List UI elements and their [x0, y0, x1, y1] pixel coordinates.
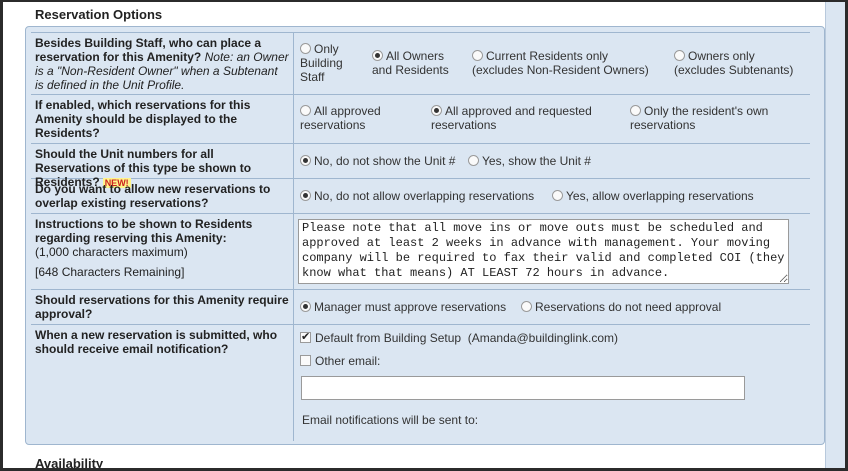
question-text: If enabled, which reservations for this … — [35, 98, 251, 140]
default-email-label: Default from Building Setup — [315, 331, 462, 345]
radio-button[interactable] — [468, 155, 479, 166]
answer-who-can-reserve: Only Building Staff All Owners and Resid… — [294, 33, 810, 94]
question-text: Should reservations for this Amenity req… — [35, 293, 289, 321]
radio-button[interactable] — [372, 50, 383, 61]
radio-allow-overlap[interactable]: Yes, allow overlapping reservations — [552, 189, 754, 203]
option-label: No, do not show the Unit # — [314, 154, 456, 168]
option-label: Only the resident's own reservations — [630, 104, 769, 132]
answer-display-reservations: All approved reservations All approved a… — [294, 95, 810, 143]
question-who-can-reserve: Besides Building Staff, who can place a … — [31, 33, 294, 94]
section-title: Reservation Options — [27, 4, 825, 26]
question-require-approval: Should reservations for this Amenity req… — [31, 290, 294, 324]
question-text: When a new reservation is submitted, who… — [35, 328, 278, 356]
radio-current-residents-only[interactable]: Current Residents only (excludes Non-Res… — [472, 49, 662, 77]
question-text: Do you want to allow new reservations to… — [35, 182, 271, 210]
other-email-input[interactable] — [301, 376, 745, 400]
radio-own-reservations[interactable]: Only the resident's own reservations — [630, 104, 790, 132]
instructions-textarea[interactable]: Please note that all move ins or move ou… — [298, 219, 789, 284]
option-label: All approved reservations — [300, 104, 381, 132]
answer-require-approval: Manager must approve reservations Reserv… — [294, 290, 810, 324]
right-gutter — [825, 0, 845, 471]
option-label: All Owners and Residents — [372, 49, 449, 77]
row-display-reservations: If enabled, which reservations for this … — [31, 95, 810, 144]
radio-button[interactable] — [630, 105, 641, 116]
radio-owners-only[interactable]: Owners only (excludes Subtenants) — [674, 49, 802, 77]
row-show-unit-numbers: Should the Unit numbers for all Reservat… — [31, 144, 810, 189]
checkbox-default-email[interactable]: Default from Building Setup (Amanda@buil… — [300, 330, 619, 345]
answer-show-unit-numbers: No, do not show the Unit # Yes, show the… — [294, 144, 810, 178]
row-allow-overlap: Do you want to allow new reservations to… — [31, 179, 810, 214]
availability-title: Availability — [35, 456, 104, 471]
question-allow-overlap: Do you want to allow new reservations to… — [31, 179, 294, 213]
notify-text: Email notifications will be sent to: — [302, 413, 479, 427]
question-instructions: Instructions to be shown to Residents re… — [31, 214, 294, 289]
row-who-can-reserve: Besides Building Staff, who can place a … — [31, 32, 810, 95]
row-require-approval: Should reservations for this Amenity req… — [31, 290, 810, 325]
radio-button[interactable] — [300, 301, 311, 312]
radio-show-unit-number[interactable]: Yes, show the Unit # — [468, 154, 591, 168]
checkbox-other-email[interactable]: Other email: — [300, 354, 380, 368]
characters-remaining: [648 Characters Remaining] — [35, 265, 185, 279]
checkbox[interactable] — [300, 330, 311, 344]
radio-button[interactable] — [300, 155, 311, 166]
radio-button[interactable] — [472, 50, 483, 61]
radio-approved-and-requested[interactable]: All approved and requested reservations — [431, 104, 621, 132]
radio-button[interactable] — [431, 105, 442, 116]
radio-button[interactable] — [674, 50, 685, 61]
radio-no-unit-number[interactable]: No, do not show the Unit # — [300, 154, 455, 168]
radio-only-building-staff[interactable]: Only Building Staff — [300, 42, 360, 84]
default-email-address: (Amanda@buildinglink.com) — [467, 331, 619, 345]
question-text: Instructions to be shown to Residents re… — [35, 217, 253, 245]
question-email-notification: When a new reservation is submitted, who… — [31, 325, 294, 441]
option-label: Reservations do not need approval — [535, 300, 722, 314]
option-label: No, do not allow overlapping reservation… — [314, 189, 535, 203]
radio-manager-approve[interactable]: Manager must approve reservations — [300, 300, 506, 314]
option-label: Owners only (excludes Subtenants) — [674, 49, 794, 77]
radio-all-approved[interactable]: All approved reservations — [300, 104, 410, 132]
option-label: Yes, allow overlapping reservations — [566, 189, 754, 203]
radio-button[interactable] — [300, 105, 311, 116]
question-display-reservations: If enabled, which reservations for this … — [31, 95, 294, 143]
radio-no-overlap[interactable]: No, do not allow overlapping reservation… — [300, 189, 534, 203]
radio-button[interactable] — [300, 43, 311, 54]
radio-no-approval[interactable]: Reservations do not need approval — [521, 300, 721, 314]
checkbox[interactable] — [300, 355, 311, 366]
character-limit: (1,000 characters maximum) — [35, 245, 188, 259]
option-label: Manager must approve reservations — [314, 300, 507, 314]
question-show-unit-numbers: Should the Unit numbers for all Reservat… — [31, 144, 294, 189]
option-label: Current Residents only (excludes Non-Res… — [472, 49, 649, 77]
radio-button[interactable] — [552, 190, 563, 201]
radio-button[interactable] — [300, 190, 311, 201]
option-label: All approved and requested reservations — [431, 104, 592, 132]
radio-button[interactable] — [521, 301, 532, 312]
answer-allow-overlap: No, do not allow overlapping reservation… — [294, 179, 810, 213]
radio-all-owners-residents[interactable]: All Owners and Residents — [372, 49, 462, 77]
option-label: Yes, show the Unit # — [482, 154, 591, 168]
other-email-label: Other email: — [315, 354, 381, 368]
